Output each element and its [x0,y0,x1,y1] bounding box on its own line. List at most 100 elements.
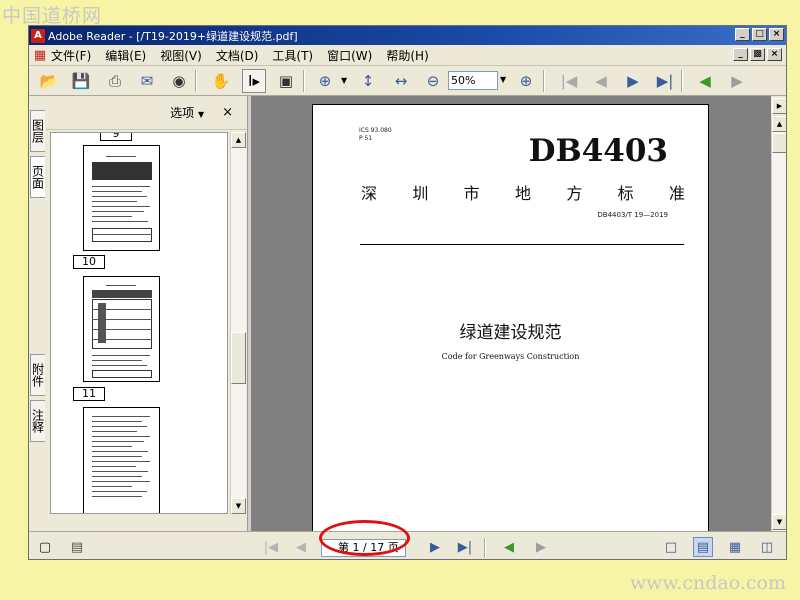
snapshot-camera-icon[interactable]: ▣ [274,69,298,93]
thumbnail-page-10[interactable] [83,145,160,251]
pages-panel: 选项 ▼ × 9 10 11 ▲ ▼ [46,96,248,531]
document-scrollbar-strip: ▶ ▲ ▼ [771,96,786,531]
zoom-dropdown-icon[interactable]: ▼ [500,75,506,84]
zoom-level-input[interactable]: 50% [448,71,498,90]
document-title-chinese: 绿道建设规范 [459,323,562,343]
menu-edit[interactable]: 编辑(E) [105,47,146,64]
menu-file[interactable]: 文件(F) [51,47,91,64]
pdf-page: ICS 93.080 P 51 DB4403 深 圳 市 地 方 标 准 DB4… [312,104,709,531]
save-icon[interactable]: 💾 [69,69,93,93]
document-view[interactable]: ICS 93.080 P 51 DB4403 深 圳 市 地 方 标 准 DB4… [251,96,771,531]
window-title: Adobe Reader - [/T19-2019+绿道建设规范.pdf] [48,29,298,43]
zoom-in-tool-icon[interactable]: ⊕ [313,69,337,93]
zoom-out-icon[interactable]: ⊖ [421,69,445,93]
doc-scroll-thumb[interactable] [772,133,786,153]
status-first-page-icon[interactable]: |◀ [261,537,281,557]
status-separator [484,538,486,558]
zoom-in-icon[interactable]: ⊕ [514,69,538,93]
title-char: 标 [617,184,634,203]
watermark-bottom: www.cndao.com [629,572,786,594]
single-page-view-icon[interactable]: □ [661,537,681,557]
title-char: 地 [514,184,531,203]
status-go-back-icon[interactable]: ◀ [499,537,519,557]
document-properties-icon[interactable]: ▤ [67,537,87,557]
document-title-english: Code for Greenways Construction [441,352,580,361]
title-char: 准 [668,184,685,203]
ics-code: ICS 93.080 P 51 [359,127,392,143]
region-standard-title: 深 圳 市 地 方 标 准 [361,180,685,204]
tab-pages[interactable]: 页面 [30,156,45,198]
title-char: 圳 [412,184,429,203]
go-back-icon[interactable]: ◀ [693,69,717,93]
title-char: 方 [566,184,583,203]
close-panel-button[interactable]: × [222,105,233,120]
monitor-icon[interactable]: ▢ [35,537,55,557]
status-last-page-icon[interactable]: ▶| [455,537,475,557]
doc-close-button[interactable]: × [767,48,782,61]
select-text-tool-icon[interactable]: I▸ [242,69,266,93]
first-page-icon[interactable]: |◀ [557,69,581,93]
continuous-facing-view-icon[interactable]: ◫ [757,537,777,557]
close-button[interactable]: × [769,28,784,41]
tab-attachments[interactable]: 附件 [30,354,45,396]
panel-expand-arrow-icon[interactable]: ▶ [772,98,786,114]
thumbnail-scrollbar[interactable]: ▲ ▼ [230,132,246,514]
doc-scroll-up-arrow-icon[interactable]: ▲ [772,116,786,132]
document-window-controls: _ ▩ × [733,48,782,61]
tab-layers[interactable]: 图层 [30,110,45,152]
last-page-icon[interactable]: ▶| [653,69,677,93]
menu-view[interactable]: 视图(V) [160,47,202,64]
doc-minimize-button[interactable]: _ [733,48,748,61]
ics-line: ICS 93.080 [359,127,392,134]
pdf-document-icon[interactable]: ▦ [33,48,47,63]
document-scrollbar[interactable]: ▲ ▼ [771,116,786,531]
fit-width-icon[interactable]: ↔ [389,69,413,93]
scroll-thumb[interactable] [231,332,246,384]
go-forward-icon[interactable]: ▶ [725,69,749,93]
zoom-tool-dropdown-icon[interactable]: ▼ [341,76,347,85]
adobe-app-icon: A [31,28,45,43]
pages-panel-header: 选项 ▼ × [46,96,247,130]
standard-number: DB4403/T 19—2019 [597,211,668,219]
open-folder-icon[interactable]: 📂 [37,69,61,93]
db-code: DB4403 [528,133,668,169]
thumbnail-page-12[interactable] [83,407,160,513]
status-go-forward-icon[interactable]: ▶ [531,537,551,557]
continuous-view-icon[interactable]: ▤ [693,537,713,557]
doc-restore-button[interactable]: ▩ [750,48,765,61]
main-toolbar: 📂 💾 ⎙ ✉ ◉ ✋ I▸ ▣ ⊕ ▼ ↕ ↔ ⊖ 50% ▼ ⊕ |◀ ◀ … [29,66,786,96]
watermark-top: 中国道桥网 [2,5,103,27]
header-divider [360,244,684,245]
thumbnail-list[interactable]: 9 10 11 [50,132,228,514]
maximize-button[interactable]: □ [752,28,767,41]
minimize-button[interactable]: _ [735,28,750,41]
cn-classification-line: P 51 [359,135,373,142]
options-label: 选项 [170,106,195,120]
menu-help[interactable]: 帮助(H) [386,47,428,64]
toolbar-separator [543,70,545,92]
search-binoculars-icon[interactable]: ◉ [167,69,191,93]
menu-document[interactable]: 文档(D) [216,47,259,64]
previous-page-icon[interactable]: ◀ [589,69,613,93]
actual-size-icon[interactable]: ↕ [356,69,380,93]
status-previous-page-icon[interactable]: ◀ [291,537,311,557]
tab-comments[interactable]: 注释 [30,400,45,442]
title-char: 市 [463,184,480,203]
options-menu[interactable]: 选项 ▼ [170,104,204,121]
print-icon[interactable]: ⎙ [103,69,127,93]
scroll-down-arrow-icon[interactable]: ▼ [231,498,246,514]
facing-view-icon[interactable]: ▦ [725,537,745,557]
options-dropdown-icon: ▼ [197,110,205,119]
thumbnail-page-11[interactable] [83,276,160,382]
menu-bar: ▦ 文件(F) 编辑(E) 视图(V) 文档(D) 工具(T) 窗口(W) 帮助… [29,45,786,66]
title-bar[interactable]: A Adobe Reader - [/T19-2019+绿道建设规范.pdf] … [29,26,786,45]
email-icon[interactable]: ✉ [135,69,159,93]
scroll-up-arrow-icon[interactable]: ▲ [231,132,246,148]
hand-tool-icon[interactable]: ✋ [209,69,233,93]
menu-window[interactable]: 窗口(W) [327,47,372,64]
status-next-page-icon[interactable]: ▶ [425,537,445,557]
next-page-icon[interactable]: ▶ [621,69,645,93]
menu-tools[interactable]: 工具(T) [272,47,313,64]
doc-scroll-down-arrow-icon[interactable]: ▼ [772,514,786,530]
title-char: 深 [361,184,378,203]
